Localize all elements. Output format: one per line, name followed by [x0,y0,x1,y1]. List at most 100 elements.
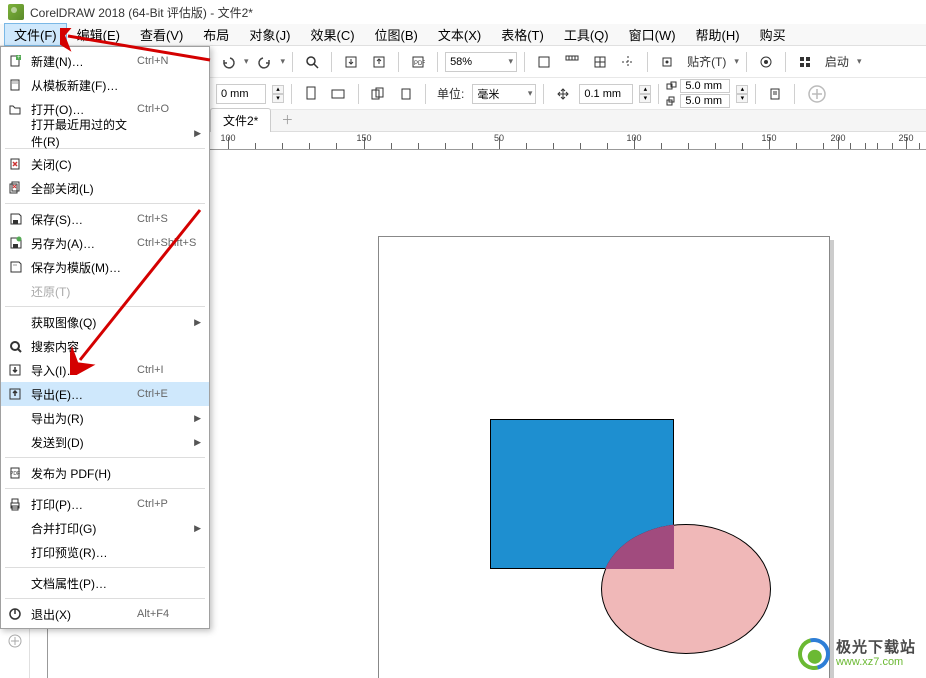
page-width-input[interactable]: 0 mm [216,84,266,104]
current-page-button[interactable] [394,82,418,106]
menu-item-R[interactable]: 打开最近用过的文件(R)▶ [1,121,209,145]
page [378,236,830,678]
menu-item-Q[interactable]: 获取图像(Q)▶ [1,310,209,334]
window-title: CorelDRAW 2018 (64-Bit 评估版) - 文件2* [30,4,253,21]
spinner[interactable]: ▴▾ [272,85,284,103]
menu-item-D[interactable]: 发送到(D) ▶ [1,430,209,454]
menu-item-F[interactable]: 从模板新建(F)… [1,73,209,97]
quick-customize-button[interactable] [2,628,28,654]
menu-object[interactable]: 对象(J) [239,23,300,46]
menu-edit[interactable]: 编辑(E) [67,23,130,46]
units-dropdown[interactable]: 毫米 [472,84,536,104]
separator [746,52,747,72]
menu-item-P[interactable]: 文档属性(P)… [1,571,209,595]
menu-item-label: 另存为(A)… [29,235,137,252]
template-icon [1,78,29,92]
menu-bitmap[interactable]: 位图(B) [365,23,428,46]
show-grid-button[interactable] [588,50,612,74]
duplicate-x-input[interactable]: 5.0 mm [680,79,730,93]
export-button[interactable] [367,50,391,74]
watermark-logo-icon [798,638,830,670]
show-rulers-button[interactable] [560,50,584,74]
menu-item-S[interactable]: 保存(S)…Ctrl+S [1,207,209,231]
new-icon: + [1,54,29,68]
launch-label[interactable]: 启动 [825,53,849,70]
menu-effects[interactable]: 效果(C) [300,23,364,46]
menu-tools[interactable]: 工具(Q) [554,23,619,46]
menu-table[interactable]: 表格(T) [491,23,554,46]
dropdown-arrow-icon[interactable]: ▾ [244,56,249,67]
dropdown-arrow-icon[interactable]: ▾ [857,56,862,67]
menu-item-I[interactable]: 导入(I)…Ctrl+I [1,358,209,382]
menu-item-label: 从模板新建(F)… [29,77,137,94]
menu-purchase[interactable]: 购买 [750,23,796,46]
portrait-button[interactable] [299,82,323,106]
fullscreen-button[interactable] [532,50,556,74]
saveas-icon [1,236,29,250]
add-button[interactable] [802,82,832,106]
menu-item-A[interactable]: 另存为(A)…Ctrl+Shift+S [1,231,209,255]
menu-separator [5,488,205,489]
menu-item-label: 搜索内容 [29,338,137,355]
add-tab-button[interactable]: ＋ [273,108,301,131]
separator [647,52,648,72]
menu-separator [5,457,205,458]
menu-item-R[interactable]: 打印预览(R)… [1,540,209,564]
menu-item-R[interactable]: 导出为(R)▶ [1,406,209,430]
document-tab[interactable]: 文件2* [210,108,271,132]
landscape-button[interactable] [327,82,351,106]
dropdown-arrow-icon[interactable]: ▾ [734,56,739,67]
menu-item-label: 发送到(D) [29,434,137,451]
menu-item-L[interactable]: 全部关闭(L) [1,176,209,200]
doc-options-button[interactable] [763,82,787,106]
menu-item-E[interactable]: 导出(E)…Ctrl+E [1,382,209,406]
menu-item-T: 还原(T) [1,279,209,303]
spinner[interactable]: ▴▾ [639,85,651,103]
separator [425,84,426,104]
dup-x-icon [666,81,678,91]
menu-item-N[interactable]: +新建(N)…Ctrl+N [1,49,209,73]
menu-file[interactable]: 文件(F) [4,23,67,46]
undo-button[interactable] [216,50,240,74]
ruler-label: 250 [898,133,913,143]
menu-item-P[interactable]: 打印(P)…Ctrl+P [1,492,209,516]
menu-item-G[interactable]: 合并打印(G)▶ [1,516,209,540]
show-guides-button[interactable] [616,50,640,74]
menu-window[interactable]: 窗口(W) [619,23,686,46]
dropdown-arrow-icon[interactable]: ▾ [281,56,286,67]
all-pages-button[interactable] [366,82,390,106]
menu-item-M[interactable]: 保存为模版(M)… [1,255,209,279]
import-button[interactable] [339,50,363,74]
separator [331,52,332,72]
submenu-arrow-icon: ▶ [194,437,201,448]
options-button[interactable] [754,50,778,74]
separator [291,84,292,104]
menu-item-label: 退出(X) [29,606,137,623]
spinner[interactable]: ▴▾ [736,85,748,103]
menu-item-[interactable]: 搜索内容 [1,334,209,358]
menu-text[interactable]: 文本(X) [428,23,491,46]
menu-separator [5,203,205,204]
menu-view[interactable]: 查看(V) [130,23,193,46]
redo-button[interactable] [253,50,277,74]
savetemplate-icon [1,260,29,274]
snap-label[interactable]: 贴齐(T) [687,53,726,70]
nudge-distance-input[interactable]: 0.1 mm [579,84,633,104]
publish-pdf-button[interactable]: PDF [406,50,430,74]
import-icon [1,363,29,377]
separator [524,52,525,72]
duplicate-y-input[interactable]: 5.0 mm [680,94,730,108]
menu-help[interactable]: 帮助(H) [686,23,750,46]
pdf-icon: PDF [1,466,29,480]
menu-separator [5,598,205,599]
menu-item-label: 保存为模版(M)… [29,259,137,276]
menu-shortcut: Ctrl+Shift+S [137,237,209,249]
menu-layout[interactable]: 布局 [193,23,239,46]
menu-item-label: 打开最近用过的文件(R) [29,116,137,150]
menu-item-C[interactable]: 关闭(C) [1,152,209,176]
save-icon [1,212,29,226]
search-button[interactable] [300,50,324,74]
zoom-level-dropdown[interactable]: 58% [445,52,517,72]
menu-item-PDFH[interactable]: PDF发布为 PDF(H) [1,461,209,485]
menu-item-X[interactable]: 退出(X)Alt+F4 [1,602,209,626]
